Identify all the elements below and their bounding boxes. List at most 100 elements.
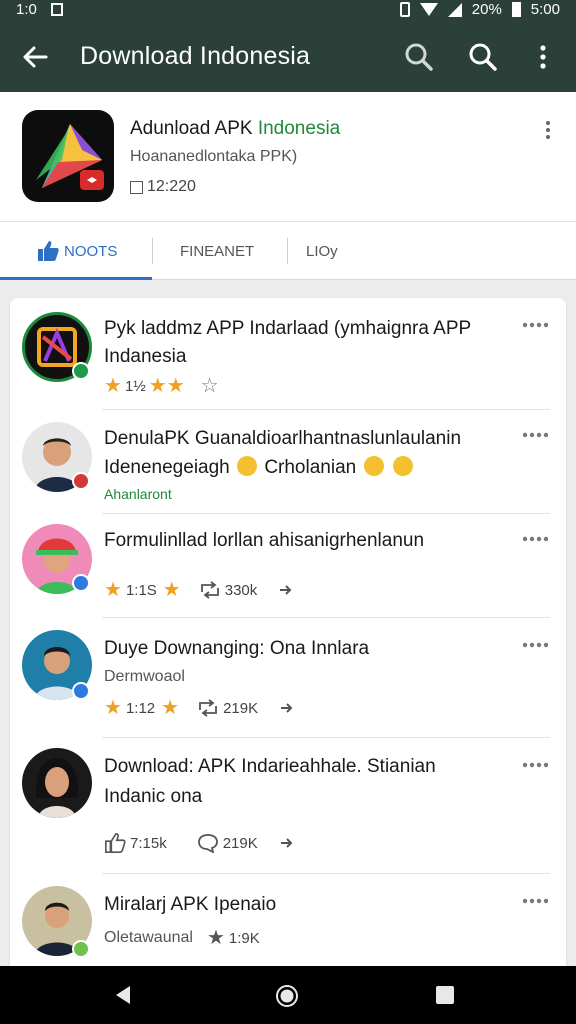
- search-icon[interactable]: [404, 42, 434, 72]
- more-horizontal-icon[interactable]: [522, 898, 548, 904]
- rating-value: 1:1S: [125, 581, 157, 599]
- app-name: Adunload APK Indonesia: [130, 118, 340, 140]
- battery-percent: 20%: [471, 1, 502, 18]
- post-title-line2: Indanic ona: [104, 786, 203, 807]
- app-name-accent: Indonesia: [257, 118, 341, 139]
- tab-lioy[interactable]: LIOy: [306, 222, 338, 280]
- app-logo-icon: [22, 110, 114, 202]
- post-author[interactable]: Oletawaunal: [104, 929, 193, 947]
- nav-back-icon[interactable]: [112, 984, 134, 1006]
- tab-fineanet[interactable]: FINEANET: [180, 222, 254, 280]
- nav-home-icon[interactable]: [275, 984, 299, 1008]
- post-stats: ★ 1:1S ★ 330k: [104, 580, 293, 600]
- more-horizontal-icon[interactable]: [522, 642, 548, 648]
- post-rating: ★ 1½ ★ ★ ☆: [104, 376, 219, 396]
- star-icon: ★: [104, 579, 122, 601]
- verified-badge-icon: [72, 682, 90, 700]
- post-list: Pyk laddmz APP Indarlaad (ymhaignra APP …: [10, 298, 566, 978]
- list-item[interactable]: Pyk laddmz APP Indarlaad (ymhaignra APP …: [10, 298, 566, 410]
- tab-label: LIOy: [306, 242, 338, 260]
- more-vertical-icon[interactable]: [528, 42, 558, 72]
- tab-divider: [287, 238, 288, 264]
- battery-icon: [511, 2, 521, 17]
- share-count: 219K: [223, 699, 259, 717]
- star-icon: ★: [104, 375, 122, 397]
- tab-label: FINEANET: [180, 242, 255, 260]
- comment-icon[interactable]: [197, 833, 219, 853]
- app-meta-value: 12:220: [147, 178, 196, 195]
- post-title: Duye Downanging: Ona Innlara: [104, 638, 370, 659]
- post-title-line2-extra: Crholanian: [264, 457, 357, 478]
- search-icon[interactable]: [468, 42, 498, 72]
- status-badge-icon: [72, 472, 90, 490]
- page-title: Download Indonesia: [80, 42, 311, 70]
- verified-badge-icon: [72, 362, 90, 380]
- post-stats: ★ 1:12 ★ 219K: [104, 698, 294, 718]
- like-icon[interactable]: [104, 832, 126, 854]
- list-item[interactable]: Miralarj APK Ipenaio Oletawaunal ★ 1:9K: [10, 874, 566, 978]
- app-meta: 12:220: [130, 178, 196, 196]
- star-icon: ★: [166, 375, 185, 397]
- more-horizontal-icon[interactable]: [522, 762, 548, 768]
- app-name-main: Adunload APK: [130, 118, 258, 139]
- list-item[interactable]: Duye Downanging: Ona Innlara Dermwoaol ★…: [10, 618, 566, 738]
- list-item[interactable]: Download: APK Indarieahhale. Stianian In…: [10, 738, 566, 874]
- tab-indicator: [0, 277, 152, 280]
- rating-value: 1½: [124, 377, 146, 395]
- thumbs-up-icon: [38, 241, 59, 261]
- more-horizontal-icon[interactable]: [522, 536, 548, 542]
- emoji-icon: [363, 456, 384, 476]
- arrow-right-icon[interactable]: [280, 836, 294, 850]
- post-title: DenulaPK Guanaldioarlhantnaslunlaulanin: [104, 428, 462, 449]
- nav-recents-icon[interactable]: [434, 984, 456, 1006]
- list-item[interactable]: DenulaPK Guanaldioarlhantnaslunlaulanin …: [10, 410, 566, 514]
- star-icon: ★: [104, 697, 122, 719]
- star-icon: ★: [161, 697, 180, 719]
- signal-icon: [447, 2, 462, 17]
- star-outline-icon[interactable]: ☆: [201, 376, 219, 396]
- app-header-card[interactable]: Adunload APK Indonesia Hoananedlontaka P…: [0, 92, 576, 222]
- notification-icon: [50, 3, 63, 16]
- status-time-right: 5:00: [530, 1, 560, 18]
- post-title-line2: Idenenegeiagh Crholanian: [104, 456, 415, 479]
- arrow-left-icon[interactable]: [20, 42, 50, 72]
- more-vertical-icon[interactable]: [544, 120, 552, 140]
- star-icon: ★: [148, 375, 167, 397]
- wifi-icon: [419, 3, 438, 16]
- post-title: Download: APK Indarieahhale. Stianian: [104, 756, 436, 777]
- post-author[interactable]: Dermwoaol: [104, 668, 185, 686]
- star-icon: ★: [162, 579, 181, 601]
- like-count: 7:15k: [130, 834, 167, 852]
- arrow-right-icon[interactable]: [280, 701, 294, 715]
- tab-divider: [152, 238, 153, 264]
- calendar-icon: [130, 180, 143, 194]
- app-subtitle: Hoananedlontaka PPK): [130, 148, 298, 165]
- post-stats: 7:15k 219K: [104, 832, 294, 854]
- rating-value: 1:12: [125, 699, 156, 717]
- status-bar: 1:0 20% 5:00: [0, 0, 576, 22]
- emoji-icon: [237, 456, 258, 476]
- arrow-right-icon[interactable]: [279, 583, 293, 597]
- post-stats: Oletawaunal ★ 1:9K: [104, 928, 260, 948]
- post-title: Formulinllad lorllan ahisanigrhenlanun: [104, 530, 425, 551]
- share-count: 330k: [224, 581, 258, 599]
- list-item[interactable]: Formulinllad lorllan ahisanigrhenlanun ★…: [10, 514, 566, 618]
- post-author[interactable]: Ahanlaront: [104, 486, 172, 502]
- post-title-line2-text: Idenenegeiagh: [104, 457, 230, 478]
- post-title: Miralarj APK Ipenaio: [104, 894, 277, 915]
- star-icon: ★: [206, 927, 225, 949]
- repost-icon[interactable]: [199, 580, 221, 600]
- more-horizontal-icon[interactable]: [522, 432, 548, 438]
- tab-label: NOOTS: [64, 242, 118, 260]
- tab-noots[interactable]: NOOTS: [36, 222, 117, 280]
- vibrate-icon: [399, 2, 410, 17]
- system-nav-bar: [0, 966, 576, 1024]
- app-bar: Download Indonesia: [0, 22, 576, 92]
- more-horizontal-icon[interactable]: [522, 322, 548, 328]
- tab-bar: NOOTS FINEANET LIOy: [0, 222, 576, 280]
- emoji-icon: [392, 456, 413, 476]
- avatar: [22, 748, 92, 818]
- repost-icon[interactable]: [197, 698, 219, 718]
- post-title-line2: Indanesia: [104, 346, 187, 367]
- share-count: 1:9K: [228, 929, 260, 947]
